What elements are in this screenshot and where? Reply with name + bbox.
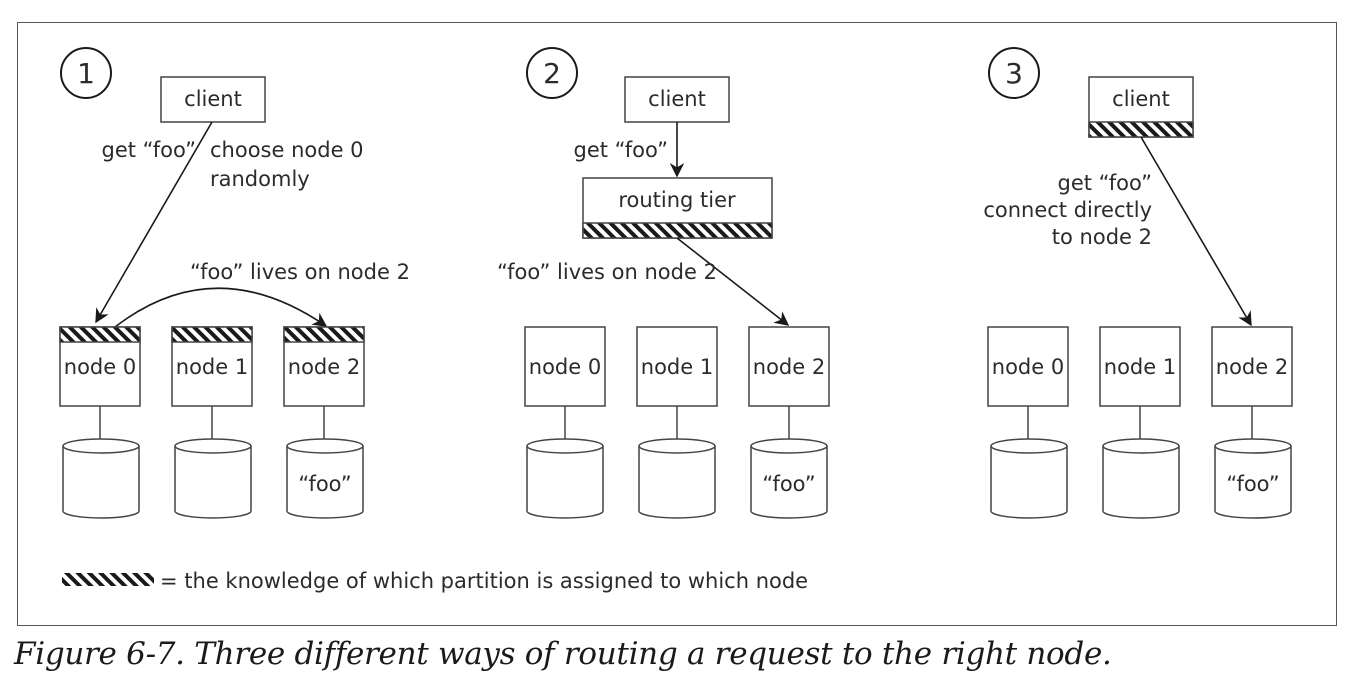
node-label: node 1 <box>1104 355 1176 379</box>
routing-tier-label: routing tier <box>618 188 736 212</box>
legend: = the knowledge of which partition is as… <box>62 569 808 593</box>
node-2: node 2 <box>748 326 830 407</box>
panel-3: 3 client get “foo” connect directly to n… <box>983 47 1293 519</box>
stored-key: “foo” <box>762 472 815 496</box>
request-label: get “foo” <box>101 138 196 162</box>
node-0: node 0 <box>524 326 606 407</box>
panel-2: 2 client get “foo” routing tier “foo” li… <box>497 47 830 519</box>
knowledge-hatch <box>1088 121 1194 138</box>
knowledge-hatch <box>582 222 773 239</box>
node-1: node 1 <box>171 326 253 407</box>
request-line-2: connect directly <box>983 198 1152 222</box>
node-1: node 1 <box>1099 326 1181 407</box>
database-0 <box>990 438 1068 519</box>
database-1 <box>1102 438 1180 519</box>
database-0 <box>62 438 140 519</box>
node-2: node 2 <box>1211 326 1293 407</box>
client-box: client <box>624 76 730 123</box>
database-2: “foo” <box>286 438 364 519</box>
database-2: “foo” <box>750 438 828 519</box>
client-label: client <box>1112 87 1170 111</box>
stored-key: “foo” <box>298 472 351 496</box>
node-0: node 0 <box>59 326 141 407</box>
step-number-badge: 3 <box>988 47 1040 99</box>
node-label: node 0 <box>529 355 601 379</box>
step-number: 1 <box>77 57 95 90</box>
database-1 <box>638 438 716 519</box>
node-label: node 1 <box>641 355 713 379</box>
node-label: node 0 <box>64 355 136 379</box>
node-label: node 1 <box>176 355 248 379</box>
step-number-badge: 1 <box>60 47 112 99</box>
request-line-3: to node 2 <box>1052 225 1152 249</box>
request-label: get “foo” <box>573 138 668 162</box>
database-2: “foo” <box>1214 438 1292 519</box>
request-arrow <box>1140 136 1252 327</box>
client-box: client <box>160 76 266 123</box>
panel-1: 1 client get “foo” choose node 0 randoml… <box>59 47 410 519</box>
node-label: node 2 <box>753 355 825 379</box>
note-line-1: choose node 0 <box>210 138 364 162</box>
step-number-badge: 2 <box>526 47 578 99</box>
client-box: client <box>1088 76 1194 138</box>
node-1: node 1 <box>636 326 718 407</box>
routing-diagram: 1 client get “foo” choose node 0 randoml… <box>59 47 1293 593</box>
step-number: 3 <box>1005 57 1023 90</box>
node-label: node 0 <box>992 355 1064 379</box>
node-label: node 2 <box>288 355 360 379</box>
node-0: node 0 <box>987 326 1069 407</box>
step-number: 2 <box>543 57 561 90</box>
forward-label: “foo” lives on node 2 <box>190 260 410 284</box>
stored-key: “foo” <box>1226 472 1279 496</box>
database-1 <box>174 438 252 519</box>
legend-text: = the knowledge of which partition is as… <box>160 569 808 593</box>
note-line-2: randomly <box>210 167 310 191</box>
knowledge-hatch <box>171 326 253 343</box>
forward-label: “foo” lives on node 2 <box>497 260 717 284</box>
client-label: client <box>184 87 242 111</box>
figure-caption: Figure 6-7. Three different ways of rout… <box>14 636 1112 672</box>
knowledge-hatch <box>59 326 141 343</box>
node-2: node 2 <box>283 326 365 407</box>
request-line-1: get “foo” <box>1057 171 1152 195</box>
forward-arrow <box>114 287 328 328</box>
database-0 <box>526 438 604 519</box>
routing-tier-box: routing tier <box>582 177 773 239</box>
node-label: node 2 <box>1216 355 1288 379</box>
knowledge-hatch <box>283 326 365 343</box>
client-label: client <box>648 87 706 111</box>
hatched-bar-icon <box>62 573 154 586</box>
